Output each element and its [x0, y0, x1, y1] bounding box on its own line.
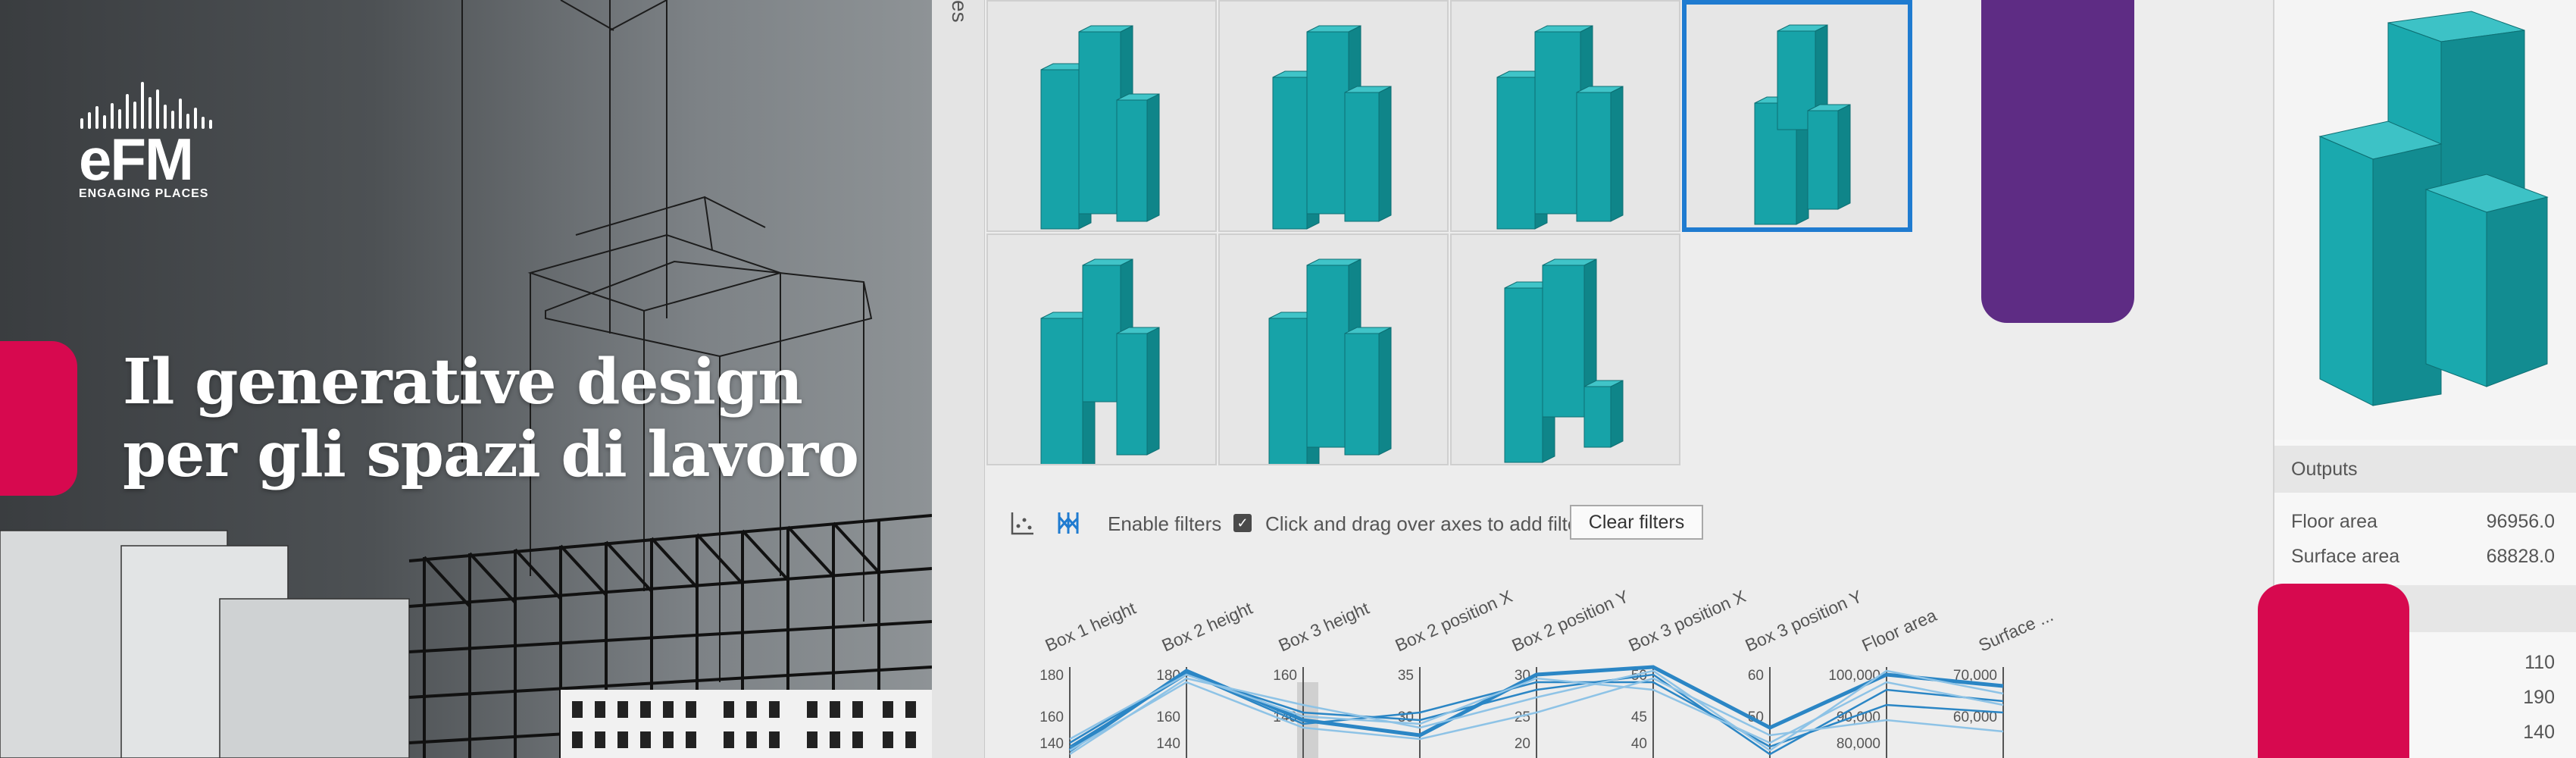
building-massing-icon: [1504, 258, 1624, 463]
parallel-coordinates-chart[interactable]: Box 1 height 180 160 140 Box 2 height 180 160 1…: [986, 561, 2274, 758]
pink-accent-block: [0, 341, 77, 496]
design-option-thumbnail[interactable]: [986, 0, 1217, 232]
input-value: 140: [2523, 722, 2555, 743]
pink-accent-block-right: [2258, 584, 2409, 758]
input-value: 110: [2524, 652, 2555, 673]
axis-label: Box 2 position Y: [1508, 586, 1631, 655]
hero-title: Il generative design per gli spazi di la…: [123, 346, 926, 491]
design-options-grid: [986, 0, 1912, 470]
design-option-thumbnail[interactable]: [1682, 0, 1912, 232]
logo-wordmark: eFM: [79, 126, 194, 193]
design-option-thumbnail[interactable]: [1450, 233, 1680, 465]
side-panel-label: es: [948, 0, 971, 23]
axis-label: Floor area: [1859, 605, 1940, 655]
clear-filters-button[interactable]: Clear filters: [1570, 505, 1703, 540]
building-massing-icon: [1272, 25, 1392, 230]
building-massing-icon: [1496, 25, 1624, 230]
axis-label: Surface ...: [1975, 605, 2055, 655]
enable-filters-checkbox[interactable]: ✓: [1233, 514, 1252, 532]
building-massing-icon: [1040, 25, 1160, 230]
axis-label: Box 3 position Y: [1742, 586, 1865, 655]
soundwave-logo-icon: [80, 82, 212, 129]
axis-tick-label: 45: [1631, 709, 1647, 725]
hero-title-line2: per gli spazi di lavoro: [123, 418, 859, 491]
outputs-heading: Outputs: [2274, 446, 2576, 493]
output-key: Floor area: [2291, 511, 2377, 532]
building-massing-icon: [1268, 258, 1392, 464]
axis-tick-label: 80,000: [1837, 736, 1880, 752]
axis-tick-label: 20: [1515, 736, 1530, 752]
axis-tick-label: 160: [1273, 668, 1297, 684]
building-massing-icon: [1754, 24, 1851, 225]
axis-tick-label: 35: [1398, 668, 1414, 684]
scatter-plot-icon[interactable]: [1009, 509, 1036, 537]
logo-tagline: ENGAGING PLACES: [79, 187, 209, 200]
axis-label: Box 2 height: [1158, 598, 1255, 656]
axis-tick-label: 60: [1748, 668, 1764, 684]
output-row-floor-area: Floor area 96956.0: [2274, 505, 2576, 538]
design-3d-preview: [2274, 0, 2576, 440]
design-option-thumbnail[interactable]: [1218, 233, 1449, 465]
input-value: 190: [2523, 687, 2555, 708]
axis-label: Box 3 height: [1275, 598, 1372, 656]
purple-accent-block: [1981, 0, 2134, 323]
filter-toolbar: Enable filters ✓ Click and drag over axe…: [986, 500, 2274, 546]
axis-label: Box 3 position X: [1625, 586, 1748, 655]
hero-banner: eFM ENGAGING PLACES Il generative design…: [0, 0, 932, 758]
design-option-thumbnail[interactable]: [1218, 0, 1449, 232]
enable-filters-label: Enable filters: [1108, 512, 1222, 535]
hero-title-line1: Il generative design: [123, 346, 803, 418]
axis-tick-label: 160: [1156, 709, 1180, 725]
axis-tick-label: 40: [1631, 736, 1647, 752]
parallel-coordinates-icon[interactable]: [1055, 509, 1082, 537]
output-value: 68828.0: [2486, 546, 2555, 567]
axis-tick-label: 140: [1039, 736, 1064, 752]
design-option-thumbnail[interactable]: [1450, 0, 1680, 232]
axis-tick-label: 180: [1039, 668, 1064, 684]
axis-tick-label: 160: [1039, 709, 1064, 725]
axis-label: Box 1 height: [1042, 598, 1139, 656]
axis-tick-label: 140: [1156, 736, 1180, 752]
side-panel-edge: es: [932, 0, 985, 758]
output-row-surface-area: Surface area 68828.0: [2274, 540, 2576, 573]
axis-label: Box 2 position X: [1392, 586, 1515, 655]
output-key: Surface area: [2291, 546, 2400, 567]
filter-hint: Click and drag over axes to add filters: [1265, 512, 1595, 535]
building-massing-icon: [1040, 258, 1160, 464]
design-option-thumbnail[interactable]: [986, 233, 1217, 465]
output-value: 96956.0: [2486, 511, 2555, 532]
